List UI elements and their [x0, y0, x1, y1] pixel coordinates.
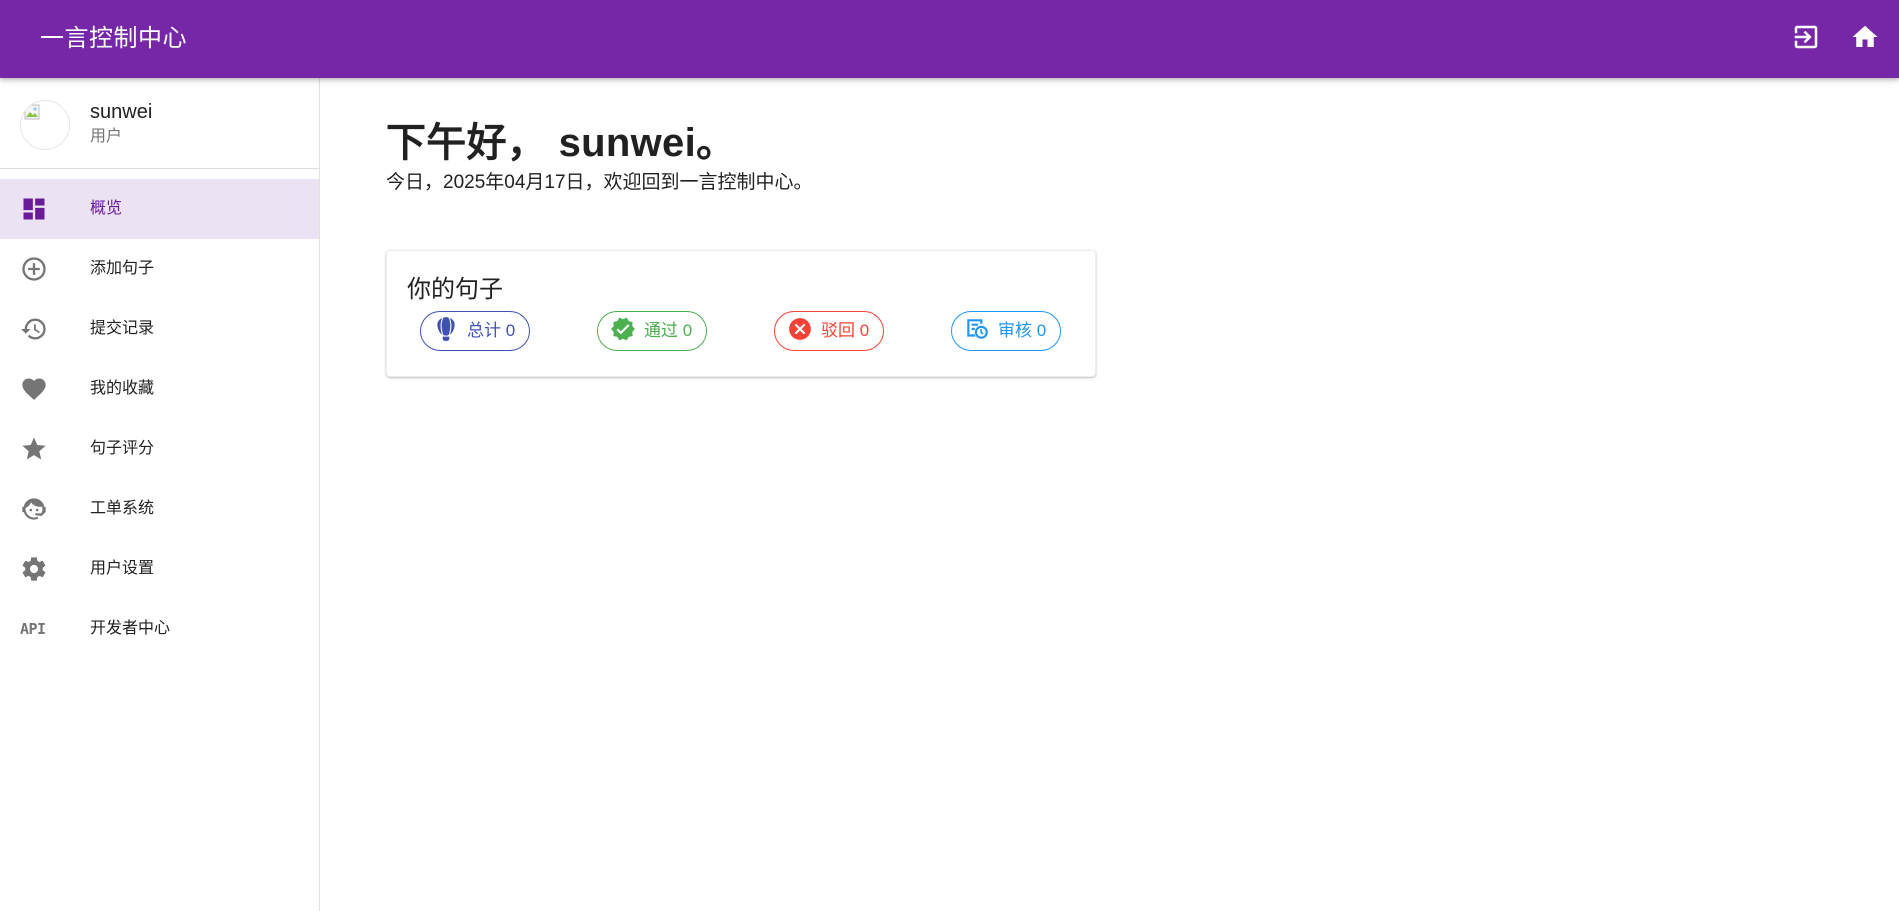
heart-icon [20, 375, 48, 403]
hot-air-balloon-icon [433, 316, 467, 347]
home-icon [1850, 22, 1880, 57]
nav-item-label: 开发者中心 [90, 620, 171, 637]
api-icon: API [20, 615, 48, 643]
nav-list: 概览 添加句子 提交记录 我的收藏 句子评分 工单系统 用户设置 API 开发者… [0, 179, 319, 659]
profile-name: sunwei [90, 101, 153, 123]
exit-icon [1791, 22, 1821, 57]
file-clock-icon [964, 316, 998, 347]
page-subtitle: 今日，2025年04月17日，欢迎回到一言控制中心。 [386, 172, 813, 193]
nav-item-label: 我的收藏 [90, 380, 155, 397]
nav-item-label: 工单系统 [90, 500, 155, 517]
total-chip-label: 总计 0 [467, 321, 516, 340]
profile-role: 用户 [90, 128, 123, 145]
dashboard-icon [20, 195, 48, 223]
app-title: 一言控制中心 [40, 25, 187, 52]
nav-item-label: 句子评分 [90, 440, 155, 457]
nav-item-history[interactable]: 提交记录 [0, 299, 319, 359]
approved-chip-label: 通过 0 [644, 321, 693, 340]
check-decagram-icon [610, 316, 644, 347]
user-profile: sunwei 用户 [0, 78, 319, 169]
approved-chip[interactable]: 通过 0 [597, 311, 708, 351]
rejected-chip[interactable]: 驳回 0 [774, 311, 885, 351]
nav-item-label: 提交记录 [90, 320, 155, 337]
pending-chip[interactable]: 审核 0 [951, 311, 1062, 351]
gear-icon [20, 555, 48, 583]
nav-item-developer-center[interactable]: API 开发者中心 [0, 599, 319, 659]
sentences-card: 你的句子 总计 0 通过 0 驳回 0 审核 0 [386, 250, 1096, 377]
nav-item-label: 用户设置 [90, 560, 155, 577]
nav-item-label: 概览 [90, 200, 123, 217]
nav-item-favorites[interactable]: 我的收藏 [0, 359, 319, 419]
face-agent-icon [20, 495, 48, 523]
close-circle-icon [787, 316, 821, 347]
page-title: 下午好， sunwei。 [386, 121, 737, 165]
plus-circle-icon [20, 255, 48, 283]
card-title: 你的句子 [407, 276, 503, 303]
star-icon [20, 435, 48, 463]
nav-item-add-sentence[interactable]: 添加句子 [0, 239, 319, 299]
navigation-drawer: sunwei 用户 概览 添加句子 提交记录 我的收藏 句子评分 工单系统 用户… [0, 78, 320, 911]
pending-chip-label: 审核 0 [998, 321, 1047, 340]
home-button[interactable] [1846, 20, 1884, 58]
total-chip[interactable]: 总计 0 [420, 311, 531, 351]
avatar [20, 100, 70, 150]
logout-button[interactable] [1787, 20, 1825, 58]
main-content: 下午好， sunwei。 今日，2025年04月17日，欢迎回到一言控制中心。 … [320, 78, 1899, 911]
rejected-chip-label: 驳回 0 [821, 321, 870, 340]
nav-item-label: 添加句子 [90, 260, 155, 277]
nav-item-tickets[interactable]: 工单系统 [0, 479, 319, 539]
nav-item-rating[interactable]: 句子评分 [0, 419, 319, 479]
nav-item-overview[interactable]: 概览 [0, 179, 319, 239]
history-icon [20, 315, 48, 343]
api-icon-text: API [20, 620, 46, 638]
nav-item-user-settings[interactable]: 用户设置 [0, 539, 319, 599]
app-bar: 一言控制中心 [0, 0, 1899, 78]
